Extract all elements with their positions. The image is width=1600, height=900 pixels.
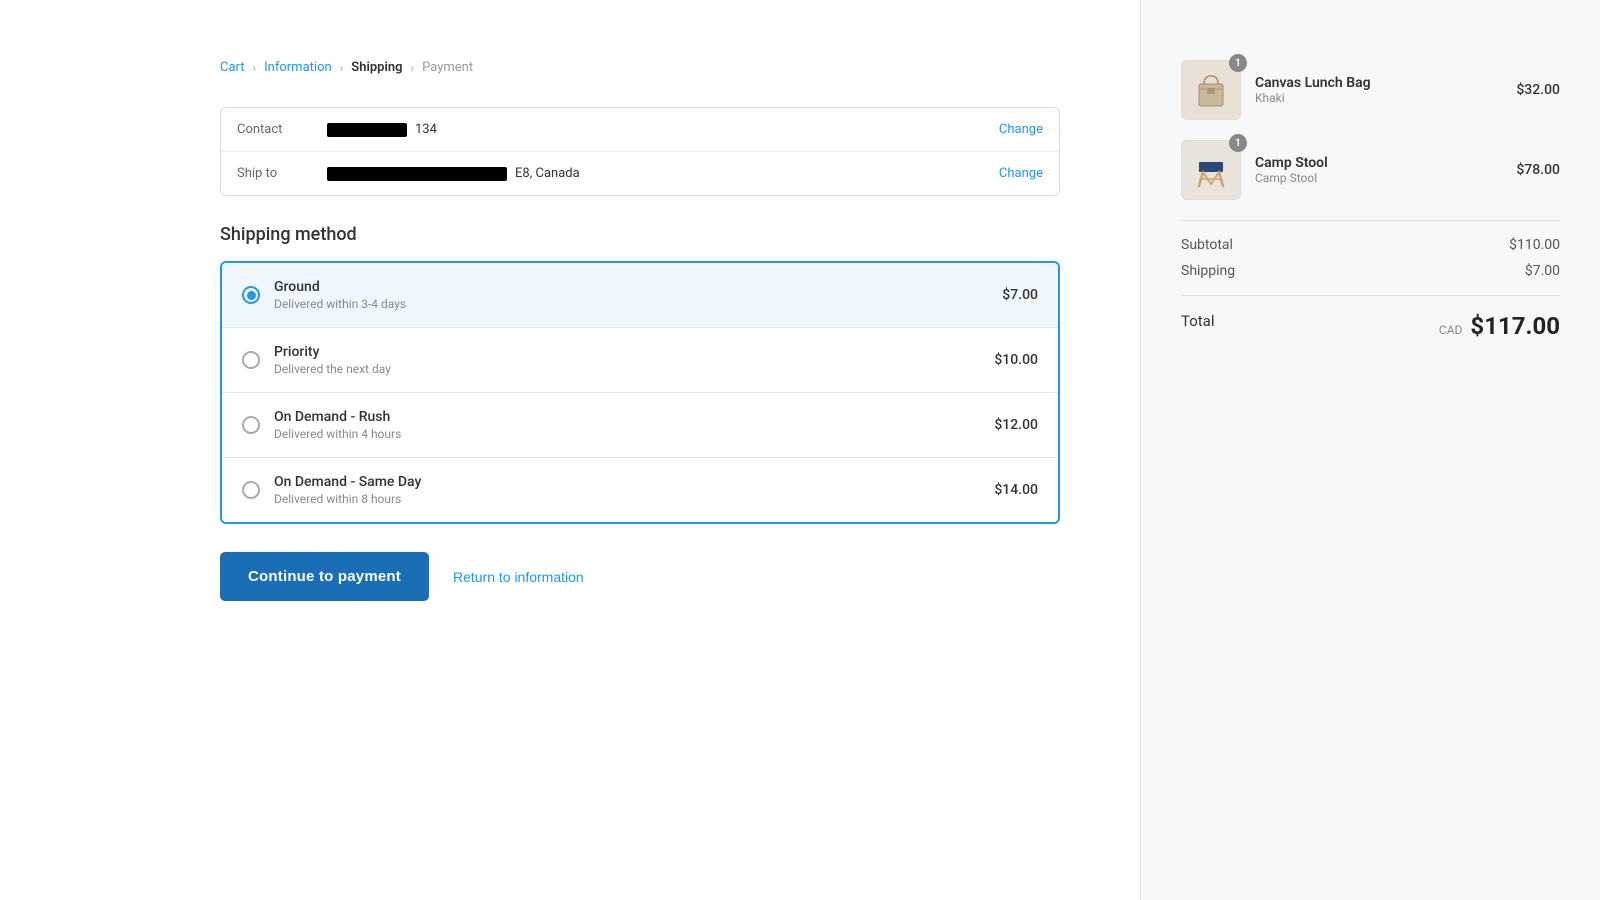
contact-redacted <box>327 123 407 137</box>
ship-to-row: Ship to E8, Canada Change <box>221 152 1059 195</box>
subtotal-label: Subtotal <box>1181 237 1233 253</box>
shipping-value: $7.00 <box>1525 263 1560 279</box>
item-badge-bag: 1 <box>1229 54 1247 72</box>
shipping-row: Shipping $7.00 <box>1181 263 1560 279</box>
breadcrumb-sep-3: › <box>411 61 415 75</box>
breadcrumb-information[interactable]: Information <box>264 60 332 75</box>
item-name-stool: Camp Stool <box>1255 155 1502 171</box>
shipping-price-ground: $7.00 <box>1002 287 1038 303</box>
shipping-info-priority: Priority Delivered the next day <box>274 344 994 376</box>
summary-divider-2 <box>1181 295 1560 296</box>
item-name-bag: Canvas Lunch Bag <box>1255 75 1502 91</box>
item-details-bag: Canvas Lunch Bag Khaki <box>1255 75 1502 105</box>
item-variant-stool: Camp Stool <box>1255 171 1502 185</box>
order-summary: 1 Canvas Lunch Bag Khaki $32.00 <box>1140 0 1600 900</box>
order-item-camp-stool: 1 Camp Stool Camp Stool $78.00 <box>1181 140 1560 200</box>
shipping-info-ground: Ground Delivered within 3-4 days <box>274 279 1002 311</box>
contact-value: 134 <box>327 122 999 137</box>
main-content: Cart › Information › Shipping › Payment … <box>0 0 1140 900</box>
shipping-option-ground[interactable]: Ground Delivered within 3-4 days $7.00 <box>222 263 1058 328</box>
ship-to-redacted <box>327 167 507 181</box>
breadcrumb-sep-1: › <box>253 61 257 75</box>
summary-divider-1 <box>1181 220 1560 221</box>
ship-to-value: E8, Canada <box>327 166 999 181</box>
contact-label: Contact <box>237 122 327 137</box>
shipping-name-ground: Ground <box>274 279 1002 295</box>
total-amount: $117.00 <box>1470 312 1560 340</box>
shipping-desc-priority: Delivered the next day <box>274 362 994 376</box>
stool-icon <box>1189 148 1233 192</box>
subtotal-value: $110.00 <box>1509 237 1560 253</box>
breadcrumb-sep-2: › <box>340 61 344 75</box>
total-row: Total CAD $117.00 <box>1181 312 1560 340</box>
ship-to-change[interactable]: Change <box>999 166 1043 181</box>
item-badge-stool: 1 <box>1229 134 1247 152</box>
breadcrumb: Cart › Information › Shipping › Payment <box>220 60 1060 75</box>
shipping-price-priority: $10.00 <box>994 352 1038 368</box>
return-to-information-button[interactable]: Return to information <box>453 569 584 585</box>
contact-row: Contact 134 Change <box>221 108 1059 152</box>
total-currency: CAD <box>1439 323 1463 337</box>
ship-to-label: Ship to <box>237 166 327 181</box>
order-item-canvas-lunch-bag: 1 Canvas Lunch Bag Khaki $32.00 <box>1181 60 1560 120</box>
shipping-desc-same-day: Delivered within 8 hours <box>274 492 994 506</box>
radio-rush <box>242 416 260 434</box>
shipping-price-rush: $12.00 <box>994 417 1038 433</box>
subtotal-row: Subtotal $110.00 <box>1181 237 1560 253</box>
shipping-info-same-day: On Demand - Same Day Delivered within 8 … <box>274 474 994 506</box>
shipping-price-same-day: $14.00 <box>994 482 1038 498</box>
info-table: Contact 134 Change Ship to E8, Canada Ch… <box>220 107 1060 196</box>
shipping-desc-ground: Delivered within 3-4 days <box>274 297 1002 311</box>
shipping-desc-rush: Delivered within 4 hours <box>274 427 994 441</box>
shipping-name-same-day: On Demand - Same Day <box>274 474 994 490</box>
breadcrumb-payment: Payment <box>422 60 473 75</box>
item-variant-bag: Khaki <box>1255 91 1502 105</box>
total-label: Total <box>1181 312 1215 340</box>
continue-to-payment-button[interactable]: Continue to payment <box>220 552 429 601</box>
shipping-option-same-day[interactable]: On Demand - Same Day Delivered within 8 … <box>222 458 1058 522</box>
shipping-option-priority[interactable]: Priority Delivered the next day $10.00 <box>222 328 1058 393</box>
item-price-bag: $32.00 <box>1516 82 1560 98</box>
total-right: CAD $117.00 <box>1439 312 1560 340</box>
bag-icon <box>1189 68 1233 112</box>
item-price-stool: $78.00 <box>1516 162 1560 178</box>
radio-ground <box>242 286 260 304</box>
shipping-name-priority: Priority <box>274 344 994 360</box>
contact-suffix: 134 <box>415 122 437 137</box>
shipping-method-title: Shipping method <box>220 224 1060 245</box>
breadcrumb-shipping: Shipping <box>351 60 402 75</box>
item-img-wrap-bag: 1 <box>1181 60 1241 120</box>
shipping-label: Shipping <box>1181 263 1235 279</box>
radio-priority <box>242 351 260 369</box>
breadcrumb-cart[interactable]: Cart <box>220 60 245 75</box>
btn-row: Continue to payment Return to informatio… <box>220 552 1060 601</box>
shipping-name-rush: On Demand - Rush <box>274 409 994 425</box>
radio-ground-dot <box>247 291 256 300</box>
radio-same-day <box>242 481 260 499</box>
shipping-option-rush[interactable]: On Demand - Rush Delivered within 4 hour… <box>222 393 1058 458</box>
shipping-info-rush: On Demand - Rush Delivered within 4 hour… <box>274 409 994 441</box>
item-img-wrap-stool: 1 <box>1181 140 1241 200</box>
ship-to-suffix: E8, Canada <box>515 166 580 181</box>
contact-change[interactable]: Change <box>999 122 1043 137</box>
item-details-stool: Camp Stool Camp Stool <box>1255 155 1502 185</box>
shipping-options: Ground Delivered within 3-4 days $7.00 P… <box>220 261 1060 524</box>
